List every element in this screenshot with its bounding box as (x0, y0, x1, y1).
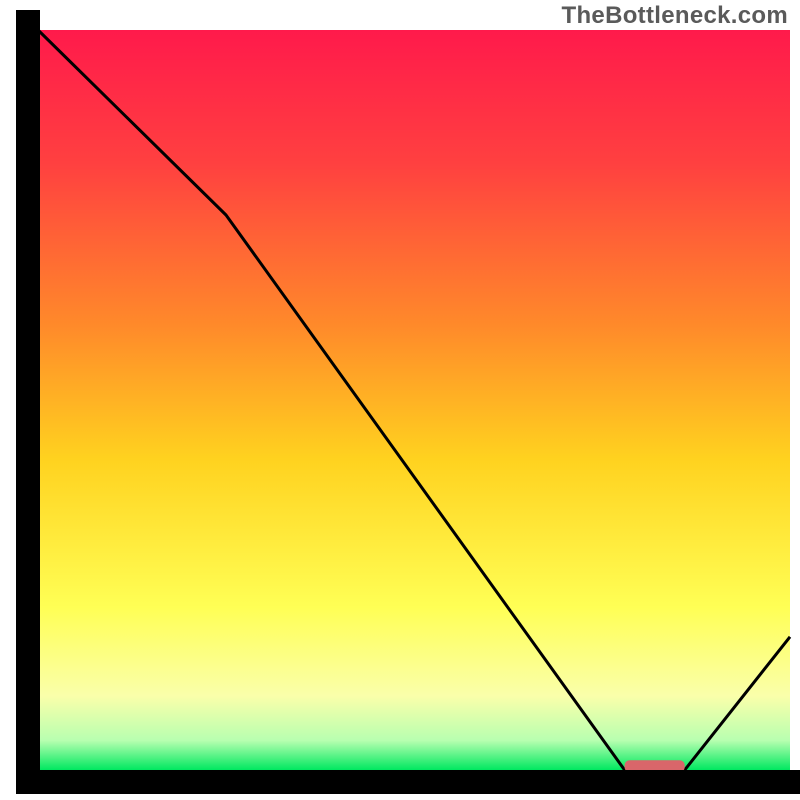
chart-stage: TheBottleneck.com (0, 0, 800, 800)
bottleneck-chart (0, 0, 800, 800)
plot-area (16, 10, 800, 790)
